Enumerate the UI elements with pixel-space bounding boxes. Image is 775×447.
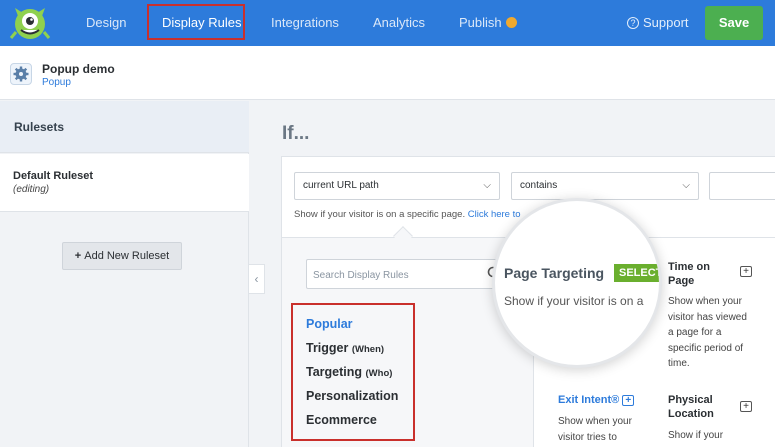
collapse-sidebar-button[interactable]: ‹ bbox=[249, 264, 265, 294]
category-label: Popular bbox=[306, 317, 353, 331]
category-popular[interactable]: Popular bbox=[306, 317, 353, 331]
campaign-name: Popup demo bbox=[42, 62, 115, 76]
add-ruleset-label: Add New Ruleset bbox=[84, 250, 170, 262]
condition-hint-text: Show if your visitor is on a specific pa… bbox=[294, 209, 466, 220]
rule-desc-line: Show when your bbox=[668, 296, 742, 307]
category-ecommerce[interactable]: Ecommerce bbox=[306, 413, 377, 427]
condition-operator-value: contains bbox=[520, 180, 558, 191]
add-new-ruleset-button[interactable]: + Add New Ruleset bbox=[62, 242, 182, 270]
rule-physical-location[interactable]: Physical Location bbox=[668, 393, 714, 421]
condition-hint: Show if your visitor is on a specific pa… bbox=[294, 209, 521, 220]
tab-publish-label: Publish bbox=[459, 15, 502, 30]
chevron-down-icon: ⌵ bbox=[682, 180, 690, 191]
rule-desc-line: a page for a bbox=[668, 327, 722, 338]
category-targeting[interactable]: Targeting (Who) bbox=[306, 365, 392, 379]
condition-operator-select[interactable]: contains ⌵ bbox=[511, 172, 699, 200]
rule-desc-line: Show if your bbox=[668, 430, 724, 441]
chevron-left-icon: ‹ bbox=[254, 272, 259, 286]
condition-value-input[interactable] bbox=[709, 172, 775, 200]
category-sub: (Who) bbox=[365, 368, 393, 379]
if-heading: If... bbox=[282, 123, 310, 144]
ruleset-name: Default Ruleset bbox=[13, 170, 94, 182]
tab-analytics[interactable]: Analytics bbox=[373, 0, 425, 46]
gear-icon bbox=[13, 66, 29, 82]
search-rules-input[interactable] bbox=[313, 266, 483, 284]
rule-title-line: Location bbox=[668, 408, 714, 420]
add-rule-plus-icon[interactable]: + bbox=[740, 266, 752, 277]
campaign-type: Popup bbox=[42, 77, 71, 88]
magnified-rule-desc: Show if your visitor is on a bbox=[504, 294, 644, 308]
rule-desc-line: visitor has viewed bbox=[668, 311, 747, 323]
rulesets-heading-bar: Rulesets bbox=[0, 101, 249, 153]
publish-status-icon bbox=[505, 17, 517, 29]
tab-integrations[interactable]: Integrations bbox=[271, 0, 339, 46]
rulesets-sidebar: Rulesets Default Ruleset (editing) + Add… bbox=[0, 101, 249, 447]
rulesets-heading: Rulesets bbox=[14, 120, 65, 134]
help-circle-icon: ? bbox=[627, 16, 639, 29]
rule-title-line: Exit Intent® bbox=[558, 394, 620, 406]
category-trigger[interactable]: Trigger (When) bbox=[306, 341, 384, 355]
rule-desc-line: visitor tries to bbox=[558, 431, 617, 443]
ruleset-state: (editing) bbox=[13, 184, 50, 195]
ruleset-item-default[interactable]: Default Ruleset (editing) bbox=[0, 154, 249, 212]
support-label: Support bbox=[643, 15, 689, 30]
rule-time-on-page[interactable]: Time on Page bbox=[668, 260, 710, 288]
support-link[interactable]: ? Support bbox=[627, 0, 689, 46]
category-label: Targeting bbox=[306, 365, 363, 379]
optinmonster-logo-icon bbox=[9, 8, 51, 39]
rule-desc-line: specific period of bbox=[668, 342, 744, 354]
rule-exit-intent[interactable]: Exit Intent® + bbox=[558, 393, 635, 407]
rule-time-on-page-desc: Show when your visitor has viewed a page… bbox=[668, 294, 747, 372]
plus-icon: + bbox=[74, 250, 85, 262]
add-rule-plus-icon[interactable]: + bbox=[740, 401, 752, 412]
magnifier-callout: Page Targeting SELECTED Show if your vis… bbox=[492, 198, 662, 368]
category-personalization[interactable]: Personalization bbox=[306, 389, 398, 403]
rule-title-line: Physical bbox=[668, 394, 713, 406]
chevron-down-icon: ⌵ bbox=[483, 180, 491, 191]
category-label: Ecommerce bbox=[306, 413, 377, 427]
category-sub: (When) bbox=[351, 344, 385, 355]
category-label: Trigger bbox=[306, 341, 349, 355]
save-button[interactable]: Save bbox=[705, 6, 763, 40]
tab-publish[interactable]: Publish bbox=[459, 0, 517, 46]
tab-design[interactable]: Design bbox=[86, 0, 126, 46]
top-navigation-bar: Design Display Rules Integrations Analyt… bbox=[0, 0, 775, 46]
rule-desc-line: time. bbox=[668, 358, 690, 369]
tab-display-rules[interactable]: Display Rules bbox=[162, 0, 241, 46]
condition-field-value: current URL path bbox=[303, 180, 379, 191]
rule-title-line: Time on bbox=[668, 261, 710, 273]
campaign-header: Popup demo Popup bbox=[0, 46, 775, 100]
rule-exit-intent-desc: Show when your visitor tries to bbox=[558, 414, 632, 445]
magnified-rule-title: Page Targeting bbox=[504, 265, 605, 281]
search-rules-box bbox=[306, 259, 506, 289]
category-label: Personalization bbox=[306, 389, 399, 403]
add-rule-plus-icon[interactable]: + bbox=[622, 394, 635, 406]
rule-physical-location-desc: Show if your bbox=[668, 428, 723, 444]
rule-categories-highlight: Popular Trigger (When) Targeting (Who) P… bbox=[291, 303, 415, 441]
condition-field-select[interactable]: current URL path ⌵ bbox=[294, 172, 500, 200]
rule-desc-line: Show when your bbox=[558, 416, 632, 427]
rule-title-line: Page bbox=[668, 275, 695, 287]
campaign-settings-button[interactable] bbox=[10, 63, 32, 85]
selected-badge: SELECTED bbox=[614, 264, 659, 282]
condition-hint-link[interactable]: Click here to bbox=[468, 209, 521, 220]
